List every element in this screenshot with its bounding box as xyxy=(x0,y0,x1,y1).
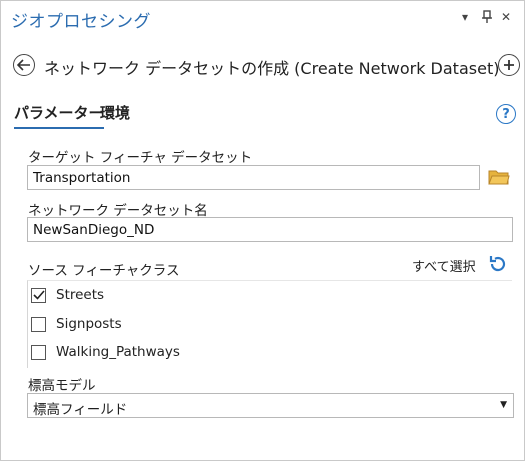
refresh-icon[interactable] xyxy=(487,253,509,275)
dataset-name-input[interactable]: NewSanDiego_ND xyxy=(27,217,513,242)
back-button[interactable] xyxy=(13,54,35,76)
target-dataset-label: ターゲット フィーチャ データセット xyxy=(28,150,253,166)
add-button[interactable] xyxy=(498,54,520,76)
list-item[interactable]: Streets xyxy=(31,284,104,306)
pane-title: ジオプロセシング xyxy=(11,12,151,32)
pane-menu-icon[interactable]: ▾ xyxy=(462,10,468,24)
folder-icon[interactable] xyxy=(488,168,510,186)
elevation-model-label: 標高モデル xyxy=(28,378,96,394)
help-icon[interactable]: ? xyxy=(496,104,516,124)
elevation-model-select[interactable]: 標高フィールド ▼ xyxy=(27,393,514,418)
select-all-link[interactable]: すべて選択 xyxy=(412,256,476,275)
list-item-label: Signposts xyxy=(56,316,122,332)
list-item[interactable]: Walking_Pathways xyxy=(31,341,180,363)
tool-header: ネットワーク データセットの作成 (Create Network Dataset… xyxy=(1,51,524,81)
checkbox[interactable] xyxy=(31,316,46,332)
checkmark-icon xyxy=(32,290,45,300)
list-item-label: Streets xyxy=(56,287,105,303)
source-classes-label: ソース フィーチャクラス xyxy=(28,263,180,279)
dataset-name-label: ネットワーク データセット名 xyxy=(28,203,208,219)
list-item[interactable]: Signposts xyxy=(31,313,122,335)
tab-environments[interactable]: 環境 xyxy=(100,102,130,123)
checkbox[interactable] xyxy=(31,344,46,360)
list-item-label: Walking_Pathways xyxy=(56,344,180,360)
source-classes-list: Streets Signposts Walking_Pathways xyxy=(27,280,512,368)
arrow-left-icon xyxy=(17,59,30,71)
checkbox-checked[interactable] xyxy=(31,287,46,303)
tool-title: ネットワーク データセットの作成 (Create Network Dataset… xyxy=(44,59,500,78)
geoprocessing-pane: ジオプロセシング ▾ ✕ ネットワーク データセットの作成 (Create Ne… xyxy=(0,0,525,461)
elevation-model-value: 標高フィールド xyxy=(33,402,128,418)
tab-parameters[interactable]: パラメーター xyxy=(14,102,104,129)
dropdown-arrow-icon: ▼ xyxy=(500,400,507,410)
close-icon[interactable]: ✕ xyxy=(501,10,511,24)
plus-icon xyxy=(504,60,514,70)
target-dataset-input[interactable]: Transportation xyxy=(27,165,480,190)
pin-icon[interactable] xyxy=(481,10,493,27)
pane-title-bar: ジオプロセシング ▾ ✕ xyxy=(1,1,524,37)
